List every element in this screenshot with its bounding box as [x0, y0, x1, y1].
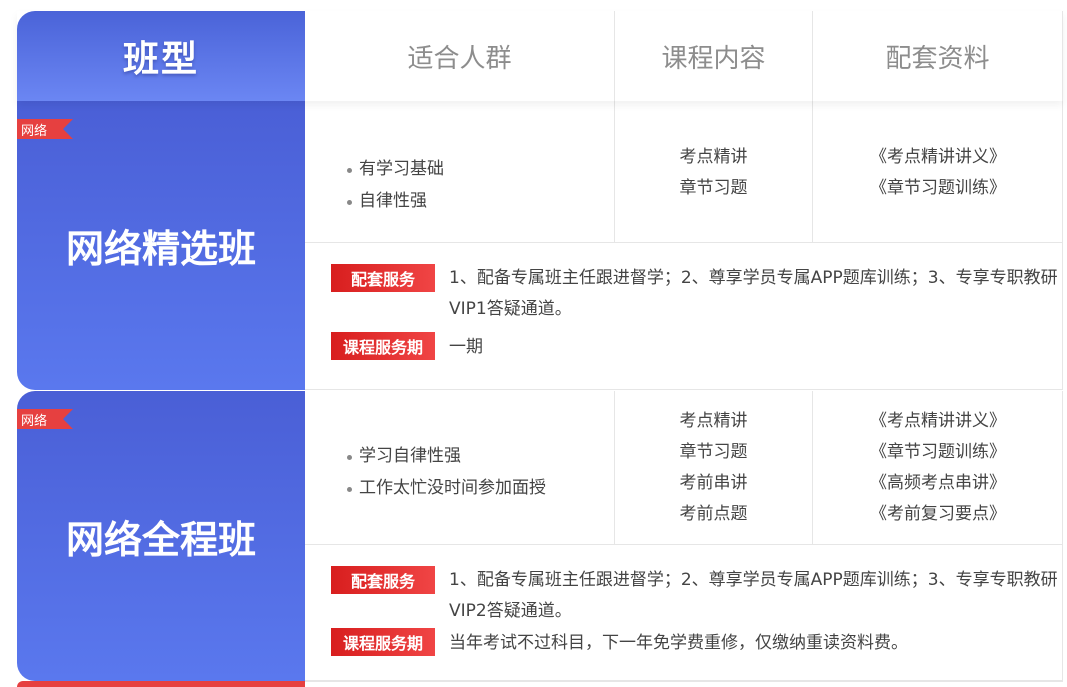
- content-item: 章节习题: [679, 442, 748, 462]
- class-name: 网络精选班: [65, 227, 256, 271]
- class-type-cell: 网络 网络全程班: [17, 391, 305, 681]
- row-content: 学习自律性强 工作太忙没时间参加面授 考点精讲 章节习题 考前串讲 考前点题 《…: [305, 391, 1063, 681]
- table-header: 班型 适合人群 课程内容 配套资料: [17, 11, 1063, 101]
- service-text: 1、配备专属班主任跟进督学；2、尊享学员专属APP题库训练；3、专享专职教研VI…: [449, 268, 1058, 319]
- period-label: 课程服务期: [331, 332, 435, 360]
- table-row: 网络 网络全程班 学习自律性强 工作太忙没时间参加面授 考点精讲 章节习题 考前…: [17, 391, 1063, 681]
- content-item: 考点精讲: [679, 147, 748, 167]
- material-item: 《章节习题训练》: [870, 178, 1006, 198]
- class-type-cell: 网络 网络精选班: [17, 101, 305, 390]
- header-content: 课程内容: [615, 11, 813, 101]
- material-item: 《考前复习要点》: [870, 504, 1006, 524]
- header-class-type: 班型: [17, 11, 305, 101]
- header-class-type-label: 班型: [122, 39, 199, 80]
- material-item: 《考点精讲讲义》: [870, 147, 1006, 167]
- content-cell: 考点精讲 章节习题 考前串讲 考前点题: [615, 391, 813, 544]
- class-name: 网络全程班: [65, 517, 256, 562]
- material-item: 《高频考点串讲》: [870, 473, 1006, 493]
- row-content: 有学习基础 自律性强 考点精讲 章节习题 《考点精讲讲义》 《章节习题训练》 配…: [305, 101, 1063, 390]
- header-audience: 适合人群: [305, 11, 615, 101]
- material-item: 《章节习题训练》: [870, 442, 1006, 462]
- audience-list: 有学习基础 自律性强: [347, 153, 444, 217]
- period-text: 当年考试不过科目，下一年免学费重修，仅缴纳重读资料费。: [449, 633, 908, 653]
- service-section: 配套服务 1、配备专属班主任跟进督学；2、尊享学员专属APP题库训练；3、专享专…: [305, 242, 1063, 390]
- content-cell: 考点精讲 章节习题: [615, 101, 813, 242]
- list-item: 学习自律性强: [347, 440, 546, 472]
- content-item: 考点精讲: [679, 411, 748, 431]
- content-item: 考前点题: [679, 504, 748, 524]
- service-section: 配套服务 1、配备专属班主任跟进督学；2、尊享学员专属APP题库训练；3、专享专…: [305, 544, 1063, 681]
- period-label: 课程服务期: [331, 628, 435, 656]
- materials-cell: 《考点精讲讲义》 《章节习题训练》 《高频考点串讲》 《考前复习要点》: [813, 391, 1063, 544]
- table-row: 网络 网络精选班 有学习基础 自律性强 考点精讲 章节习题 《考点精讲讲义》 《…: [17, 101, 1063, 390]
- next-row-divider: [305, 681, 1063, 687]
- list-item: 自律性强: [347, 185, 444, 217]
- next-row-edge: [17, 681, 305, 687]
- period-text: 一期: [449, 337, 483, 357]
- service-text: 1、配备专属班主任跟进督学；2、尊享学员专属APP题库训练；3、专享专职教研VI…: [449, 570, 1058, 621]
- class-type-table: 班型 适合人群 课程内容 配套资料 网络 网络精选班 有学习基础 自律性强 考点…: [17, 11, 1063, 687]
- audience-cell: 有学习基础 自律性强: [305, 101, 615, 242]
- list-item: 有学习基础: [347, 153, 444, 185]
- audience-cell: 学习自律性强 工作太忙没时间参加面授: [305, 391, 615, 544]
- service-label: 配套服务: [331, 566, 435, 594]
- list-item: 工作太忙没时间参加面授: [347, 472, 546, 504]
- material-item: 《考点精讲讲义》: [870, 411, 1006, 431]
- content-item: 考前串讲: [679, 473, 748, 493]
- service-label: 配套服务: [331, 264, 435, 292]
- content-item: 章节习题: [679, 178, 748, 198]
- audience-list: 学习自律性强 工作太忙没时间参加面授: [347, 440, 546, 504]
- materials-cell: 《考点精讲讲义》 《章节习题训练》: [813, 101, 1063, 242]
- header-materials: 配套资料: [813, 11, 1063, 101]
